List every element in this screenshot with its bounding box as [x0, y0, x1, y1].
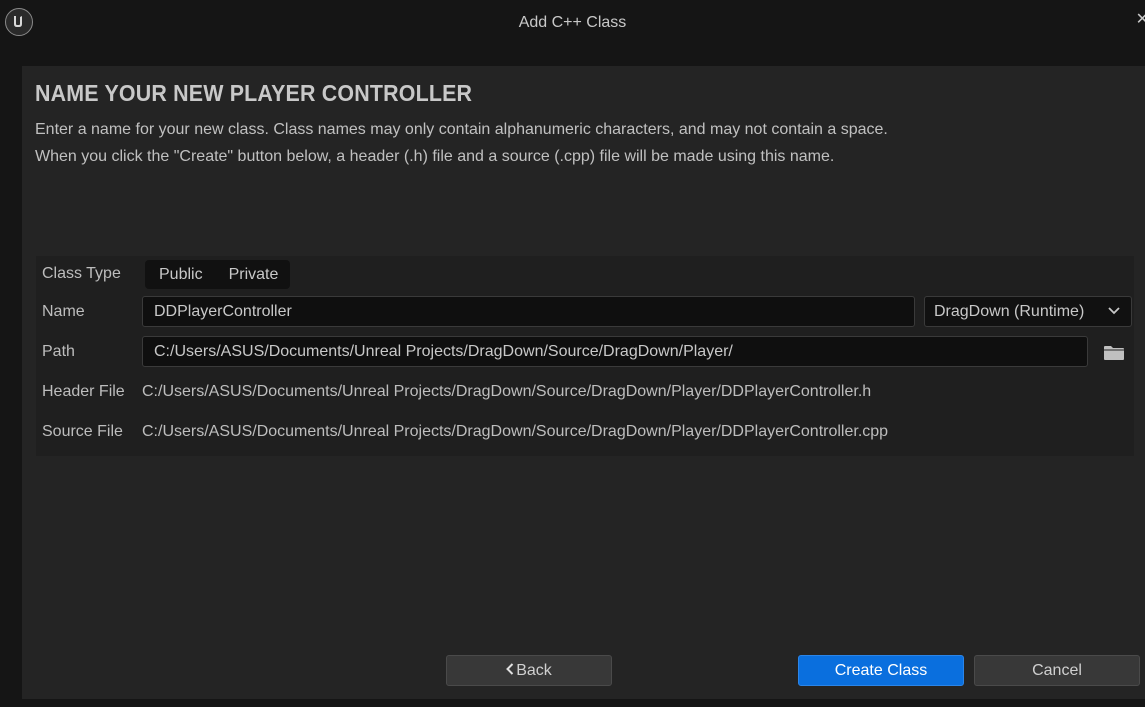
back-button[interactable]: Back: [446, 655, 612, 686]
source-file-label: Source File: [42, 423, 123, 440]
module-dropdown-value: DragDown (Runtime): [934, 303, 1085, 320]
folder-icon[interactable]: [1103, 345, 1125, 361]
description-line-2: When you click the "Create" button below…: [35, 148, 835, 165]
create-class-button[interactable]: Create Class: [798, 655, 964, 686]
description-line-1: Enter a name for your new class. Class n…: [35, 121, 888, 138]
title-bar: Add C++ Class ✕: [0, 0, 1145, 48]
header-file-label: Header File: [42, 383, 125, 400]
class-type-label: Class Type: [42, 265, 121, 282]
header-file-path: C:/Users/ASUS/Documents/Unreal Projects/…: [142, 383, 872, 400]
class-type-private[interactable]: Private: [215, 260, 291, 289]
path-label: Path: [42, 343, 75, 360]
back-button-label: Back: [516, 662, 552, 679]
source-file-path: C:/Users/ASUS/Documents/Unreal Projects/…: [142, 423, 889, 440]
chevron-down-icon: [1108, 307, 1120, 315]
class-type-toggle: Public Private: [145, 260, 291, 289]
add-class-dialog: Add C++ Class ✕ NAME YOUR NEW PLAYER CON…: [0, 0, 1145, 707]
close-icon[interactable]: ✕: [1136, 9, 1145, 29]
path-input[interactable]: C:/Users/ASUS/Documents/Unreal Projects/…: [142, 336, 1088, 367]
class-details-form: Class Type Public Private Name DDPlayerC…: [36, 256, 1134, 456]
window-title: Add C++ Class: [518, 14, 627, 31]
name-label: Name: [42, 303, 85, 320]
module-dropdown[interactable]: DragDown (Runtime): [924, 296, 1132, 327]
chevron-left-icon: [506, 663, 514, 675]
page-heading: NAME YOUR NEW PLAYER CONTROLLER: [35, 80, 473, 106]
class-type-public[interactable]: Public: [145, 260, 215, 289]
cancel-button[interactable]: Cancel: [974, 655, 1140, 686]
class-name-input[interactable]: DDPlayerController: [142, 296, 915, 327]
main-panel: NAME YOUR NEW PLAYER CONTROLLER Enter a …: [22, 66, 1145, 699]
